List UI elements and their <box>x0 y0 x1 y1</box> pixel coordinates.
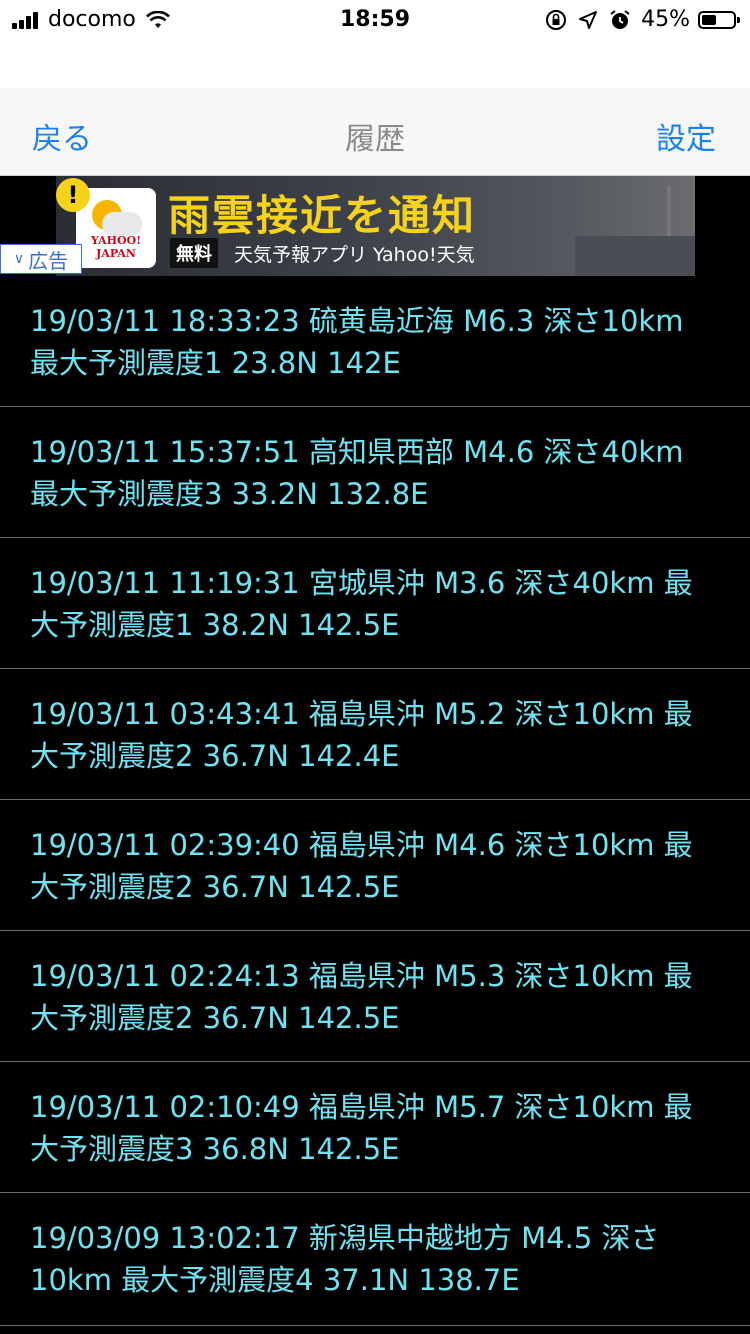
battery-cap <box>737 16 740 23</box>
list-item[interactable]: 19/03/11 11:19:31 宮城県沖 M3.6 深さ40km 最大予測震… <box>0 538 750 669</box>
ad-choices-badge[interactable]: ∨ 広告 <box>0 244 82 274</box>
status-right: 45% <box>535 7 740 32</box>
list-item[interactable]: 19/03/09 13:02:17 新潟県中越地方 M4.5 深さ10km 最大… <box>0 1193 750 1326</box>
list-item[interactable]: 19/03/11 02:24:13 福島県沖 M5.3 深さ10km 最大予測震… <box>0 931 750 1062</box>
alarm-icon <box>610 9 630 29</box>
logo-text: YAHOO! JAPAN <box>90 234 142 260</box>
ad-headline: 雨雲接近を通知 <box>168 191 477 240</box>
status-bar: docomo 18:59 45% <box>0 0 750 40</box>
battery-fill <box>702 14 716 25</box>
warning-icon: ! <box>56 178 90 212</box>
header-spacer <box>0 40 750 88</box>
navigation-bar: 戻る 履歴 設定 <box>0 88 750 176</box>
list-item[interactable]: 19/03/11 15:37:51 高知県西部 M4.6 深さ40km 最大予測… <box>0 407 750 538</box>
battery-icon <box>698 10 740 29</box>
location-icon <box>579 10 598 29</box>
ad-banner[interactable]: YAHOO! JAPAN ! 雨雲接近を通知 無料 天気予報アプリ Yahoo!… <box>56 176 695 276</box>
list-item[interactable]: 19/03/11 03:43:41 福島県沖 M5.2 深さ10km 最大予測震… <box>0 669 750 800</box>
history-list: 19/03/11 18:33:23 硫黄島近海 M6.3 深さ10km 最大予測… <box>0 276 750 1326</box>
orientation-lock-icon <box>546 9 567 30</box>
battery-percent: 45% <box>641 7 690 32</box>
list-item[interactable]: 19/03/11 02:39:40 福島県沖 M4.6 深さ10km 最大予測震… <box>0 800 750 931</box>
ad-free-label: 無料 <box>170 238 218 268</box>
chevron-down-icon: ∨ <box>13 251 25 267</box>
settings-button[interactable]: 設定 <box>656 114 716 158</box>
houses-silhouette <box>575 236 695 276</box>
ad-subtitle: 天気予報アプリ Yahoo!天気 <box>234 244 475 266</box>
ad-badge-label: 広告 <box>28 248 69 273</box>
cloud-icon <box>102 212 142 236</box>
page-title: 履歴 <box>345 122 405 157</box>
list-item[interactable]: 19/03/11 02:10:49 福島県沖 M5.7 深さ10km 最大予測震… <box>0 1062 750 1193</box>
list-item[interactable]: 19/03/11 18:33:23 硫黄島近海 M6.3 深さ10km 最大予測… <box>0 276 750 407</box>
